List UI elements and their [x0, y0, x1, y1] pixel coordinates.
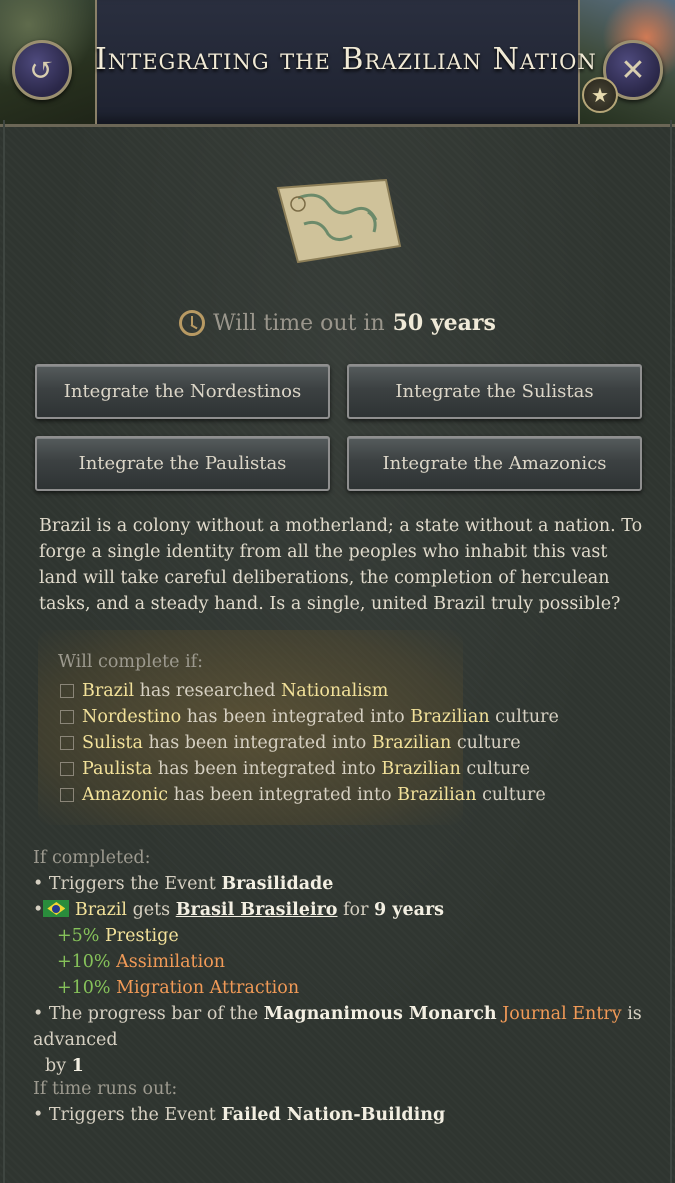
trigger-event-line: • Triggers the Event Brasilidade: [33, 874, 334, 894]
effect-line: +10% Assimilation: [57, 952, 225, 972]
map-scroll-icon: [276, 178, 402, 264]
condition-item: Amazonic has been integrated into Brazil…: [60, 782, 559, 808]
timeout-event-line: • Triggers the Event Failed Nation-Build…: [33, 1105, 446, 1125]
clock-icon: [179, 310, 206, 336]
effect-line: +5% Prestige: [57, 926, 179, 946]
modifier-line: • Brazil gets Brasil Brasileiro for 9 ye…: [33, 900, 445, 920]
conditions-list: Brazil has researched Nationalism Nordes…: [60, 678, 559, 808]
checkbox-icon: [60, 684, 74, 698]
timeout-label: Will time out in 50 years: [0, 310, 675, 336]
conditions-title: Will complete if:: [58, 652, 204, 672]
integrate-amazonics-button[interactable]: Integrate the Amazonics: [347, 436, 642, 491]
event-link[interactable]: Brasilidade: [221, 874, 333, 894]
back-button[interactable]: ↺: [12, 40, 72, 100]
checkbox-icon: [60, 736, 74, 750]
completed-title: If completed:: [33, 848, 151, 868]
condition-item: Sulista has been integrated into Brazili…: [60, 730, 559, 756]
timeout-effects: If time runs out: • Triggers the Event F…: [33, 1076, 643, 1128]
progress-line: • The progress bar of the Magnanimous Mo…: [33, 1004, 642, 1076]
event-link[interactable]: Failed Nation-Building: [221, 1105, 445, 1125]
integrate-nordestinos-button[interactable]: Integrate the Nordestinos: [35, 364, 330, 419]
condition-item: Nordestino has been integrated into Braz…: [60, 704, 559, 730]
close-icon: ✕: [620, 52, 646, 88]
checkbox-icon: [60, 788, 74, 802]
timeout-title: If time runs out:: [33, 1079, 178, 1099]
condition-item: Paulista has been integrated into Brazil…: [60, 756, 559, 782]
effect-line: +10% Migration Attraction: [57, 978, 300, 998]
undo-arrow-icon: ↺: [29, 52, 55, 88]
checkbox-icon: [60, 762, 74, 776]
modifier-link[interactable]: Brasil Brasileiro: [176, 900, 338, 920]
integrate-sulistas-button[interactable]: Integrate the Sulistas: [347, 364, 642, 419]
header-bar: ↺ Integrating the Brazilian Nation ✕ ★: [0, 0, 675, 127]
checkbox-icon: [60, 710, 74, 724]
journal-description: Brazil is a colony without a motherland;…: [39, 516, 643, 614]
condition-item: Brazil has researched Nationalism: [60, 678, 559, 704]
completion-effects: If completed: • Triggers the Event Brasi…: [33, 845, 643, 1079]
integrate-paulistas-button[interactable]: Integrate the Paulistas: [35, 436, 330, 491]
star-icon[interactable]: ★: [582, 77, 618, 113]
brazil-flag-icon: [43, 900, 70, 917]
page-title: Integrating the Brazilian Nation: [95, 42, 597, 77]
